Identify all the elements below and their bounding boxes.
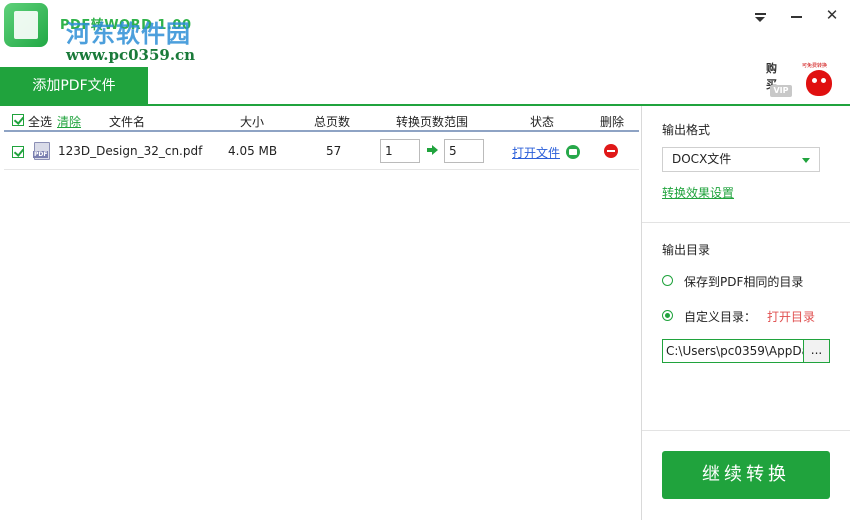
dropdown-caret-icon xyxy=(802,158,810,163)
open-dir-link[interactable]: 打开目录 xyxy=(767,308,815,325)
output-format-select[interactable]: DOCX文件 xyxy=(662,147,820,172)
row-filename: 123D_Design_32_cn.pdf xyxy=(58,144,203,158)
title-bar: PDF转WORD 1.00 河东软件园 www.pc0359.cn ✕ xyxy=(0,0,850,66)
delete-icon[interactable] xyxy=(604,144,618,158)
panel-divider-bottom xyxy=(642,430,850,431)
minimize-button[interactable] xyxy=(782,4,810,26)
open-file-link[interactable]: 打开文件 xyxy=(512,144,560,161)
clear-link[interactable]: 清除 xyxy=(57,113,81,130)
skin-menu-button[interactable] xyxy=(746,4,774,26)
arrow-right-icon xyxy=(427,145,438,155)
watermark-site-name: 河东软件园 xyxy=(66,19,191,48)
browse-button[interactable]: ... xyxy=(803,339,830,363)
radio-same-dir-label[interactable]: 保存到PDF相同的目录 xyxy=(684,273,803,290)
convert-button[interactable]: 继续转换 xyxy=(662,451,830,499)
file-list-pane: 全选 清除 文件名 大小 总页数 转换页数范围 状态 删除 PDF 123D_D… xyxy=(0,106,642,520)
mascot-icon[interactable] xyxy=(806,70,832,96)
range-from-input[interactable]: 1 xyxy=(380,139,420,163)
app-logo-icon xyxy=(4,3,48,47)
select-all-label[interactable]: 全选 xyxy=(28,113,52,130)
output-path-input[interactable]: C:\Users\pc0359\AppData xyxy=(662,339,804,363)
table-row[interactable]: PDF 123D_Design_32_cn.pdf 4.05 MB 57 1 5… xyxy=(4,136,639,170)
close-icon: ✕ xyxy=(825,6,839,24)
row-size: 4.05 MB xyxy=(228,144,278,158)
column-filename: 文件名 xyxy=(109,115,146,129)
close-button[interactable]: ✕ xyxy=(818,4,846,26)
skin-icon-arrow xyxy=(755,17,765,22)
output-format-value: DOCX文件 xyxy=(672,152,732,166)
pdf-file-icon-label: PDF xyxy=(33,151,49,158)
column-page-range: 转换页数范围 xyxy=(396,115,469,129)
add-pdf-button[interactable]: 添加PDF文件 xyxy=(0,67,148,105)
table-header: 全选 清除 文件名 大小 总页数 转换页数范围 状态 删除 xyxy=(4,108,639,132)
output-format-label: 输出格式 xyxy=(662,123,711,137)
skin-icon xyxy=(755,13,766,15)
effect-settings-link[interactable]: 转换效果设置 xyxy=(662,184,734,201)
arrow-head xyxy=(432,145,438,155)
range-to-input[interactable]: 5 xyxy=(444,139,484,163)
minimize-icon xyxy=(791,16,802,18)
radio-same-dir[interactable] xyxy=(662,275,673,286)
row-total-pages: 57 xyxy=(326,144,342,158)
column-delete: 删除 xyxy=(600,115,625,129)
radio-custom-dir-label[interactable]: 自定义目录： xyxy=(684,308,756,325)
pdf-file-icon: PDF xyxy=(33,142,50,160)
column-size: 大小 xyxy=(240,115,265,129)
output-dir-label: 输出目录 xyxy=(662,243,711,257)
printer-icon[interactable] xyxy=(566,145,580,159)
settings-panel: 输出格式 DOCX文件 转换效果设置 输出目录 保存到PDF相同的目录 自定义目… xyxy=(642,106,850,520)
vip-badge: VIP xyxy=(770,85,792,97)
row-checkbox[interactable] xyxy=(12,146,24,158)
column-total-pages: 总页数 xyxy=(314,115,351,129)
panel-divider xyxy=(642,222,850,223)
watermark-site-url: www.pc0359.cn xyxy=(66,46,196,64)
column-status: 状态 xyxy=(530,115,555,129)
select-all-checkbox[interactable] xyxy=(12,114,24,126)
mascot-note: 可免费转换 xyxy=(802,63,828,69)
radio-custom-dir[interactable] xyxy=(662,310,673,321)
